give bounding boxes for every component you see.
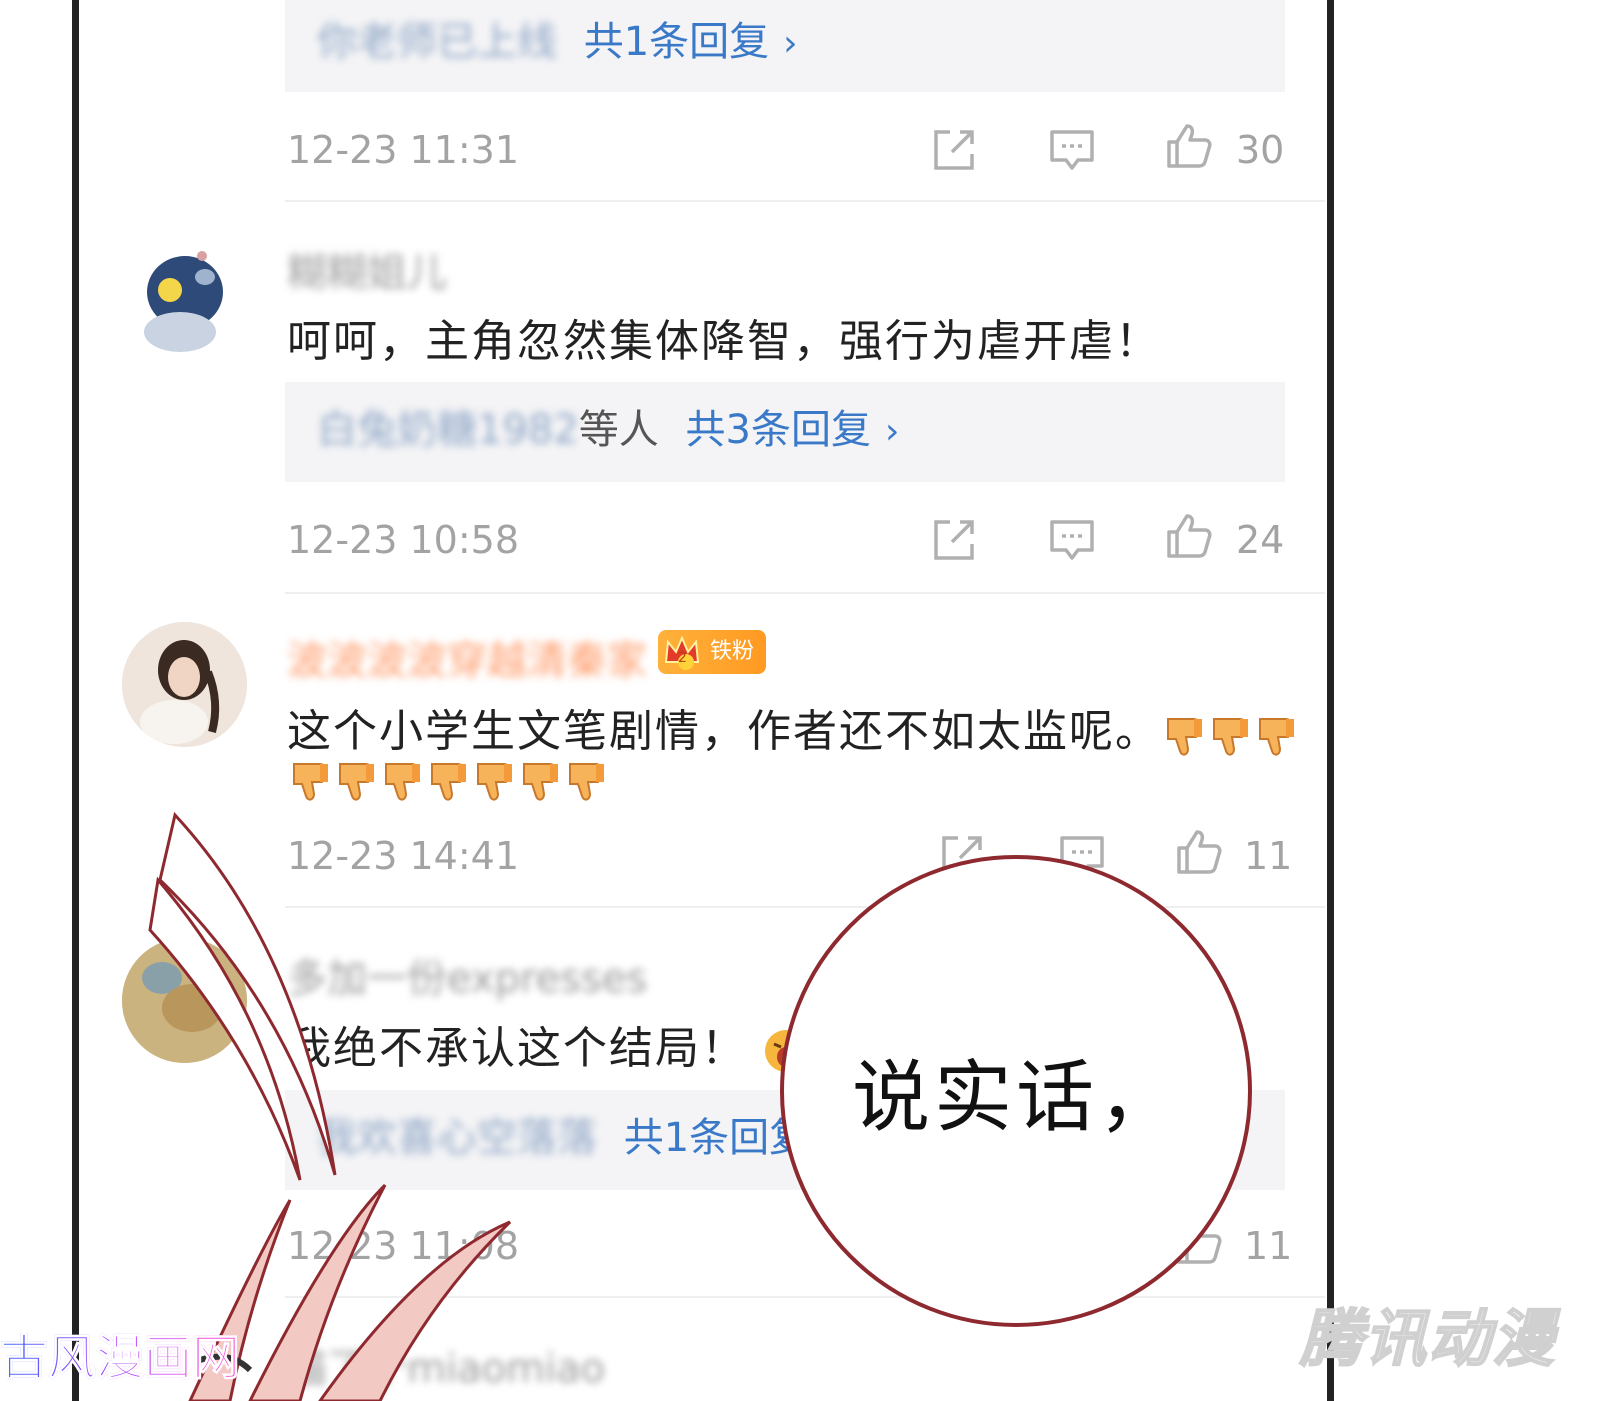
comment-divider — [285, 200, 1325, 202]
comment-divider — [285, 592, 1325, 594]
comment-text: 这个小学生文笔剧情，作者还不如太监呢。 — [287, 695, 1299, 760]
reply-count-link[interactable]: 共3条回复 › — [686, 407, 900, 453]
username[interactable]: 糊糊姐儿 — [287, 240, 447, 298]
like-count: 30 — [1236, 128, 1285, 172]
speech-bubble-text: 说实话， — [851, 1053, 1180, 1143]
fan-badge: 2 铁粉 — [658, 630, 766, 674]
username[interactable]: 喵了个miaomiao — [287, 1336, 605, 1394]
reply-preview: 你老师已上线 共1条回复 › — [317, 16, 798, 70]
badge-label: 铁粉 — [709, 639, 754, 664]
comment-icon[interactable] — [1048, 126, 1096, 174]
reply-preview-suffix: 等人 — [578, 407, 659, 453]
reply-preview-names: 我欢喜心空落落 — [317, 1115, 597, 1161]
thumbs-down-emoji — [1259, 717, 1294, 756]
reply-preview-names: 白兔奶糖1982 — [317, 407, 579, 453]
comment-text: 呵呵，主角忽然集体降智，强行为虐开虐！ — [287, 316, 1161, 367]
reply-count-link[interactable]: 共1条回复› — [584, 19, 798, 65]
comic-panel-page: 你老师已上线 共1条回复 › 12-23 11:31 30 糊糊姐儿 呵呵，主角忽… — [0, 0, 1600, 1401]
thumbs-down-emoji — [569, 763, 604, 801]
comment-time: 12-23 10:58 — [287, 518, 520, 562]
share-icon[interactable] — [930, 126, 978, 174]
thumbs-down-emoji — [1167, 717, 1202, 756]
watermark-left: 古风漫画网 — [0, 1318, 241, 1388]
thumbs-down-emoji — [385, 763, 420, 801]
comment-icon[interactable] — [1048, 516, 1096, 564]
like-icon[interactable] — [1165, 122, 1213, 170]
emoji-row — [287, 760, 609, 804]
reply-preview: 我欢喜心空落落 共1条回复› — [317, 1112, 838, 1166]
thumbs-down-emoji — [1213, 717, 1248, 756]
like-count: 24 — [1236, 518, 1285, 562]
like-icon[interactable] — [1165, 512, 1213, 560]
comment-text-content: 我绝不承认这个结局！ — [287, 1023, 747, 1074]
cat-avatar-icon — [122, 938, 247, 1063]
badge-level: 2 — [678, 650, 687, 666]
comment-text-content: 这个小学生文笔剧情，作者还不如太监呢。 — [287, 706, 1161, 757]
watermark-right: 腾讯动漫 — [1299, 1301, 1557, 1376]
penguin-avatar-icon — [144, 251, 223, 352]
reply-preview-names: 你老师已上线 — [317, 19, 557, 65]
thumbs-down-emoji — [477, 763, 512, 801]
username[interactable]: 波波波波穿越清秦家 — [287, 628, 647, 686]
thumbs-down-emoji — [523, 763, 558, 801]
share-icon[interactable] — [930, 516, 978, 564]
reply-preview: 白兔奶糖1982等人 共3条回复 › — [317, 404, 899, 458]
comment-time: 12-23 11:08 — [287, 1224, 520, 1268]
thumbs-down-emoji-row — [287, 760, 609, 804]
avatar[interactable] — [122, 622, 247, 747]
thumbs-down-emoji-row — [1161, 709, 1299, 760]
avatar[interactable] — [130, 242, 255, 367]
thumbs-down-emoji — [431, 763, 466, 801]
reply-preview-box[interactable]: 白兔奶糖1982等人 共3条回复 › — [285, 382, 1285, 482]
comment-time: 12-23 11:31 — [287, 128, 520, 172]
thumbs-down-emoji — [293, 763, 328, 801]
chevron-right-icon: › — [783, 23, 798, 64]
like-count: 11 — [1244, 1224, 1293, 1268]
username[interactable]: 多加一份expresses — [287, 946, 647, 1004]
avatar[interactable] — [122, 938, 247, 1063]
speech-bubble: 说实话， — [780, 855, 1252, 1327]
reply-preview-box[interactable]: 你老师已上线 共1条回复 › — [285, 0, 1285, 92]
portrait-avatar-icon — [122, 622, 247, 747]
like-count: 11 — [1244, 834, 1293, 878]
chevron-right-icon: › — [884, 411, 900, 452]
comment-text: 我绝不承认这个结局！ — [287, 1012, 809, 1076]
comment-time: 12-23 14:41 — [287, 834, 520, 878]
thumbs-down-emoji — [339, 763, 374, 801]
